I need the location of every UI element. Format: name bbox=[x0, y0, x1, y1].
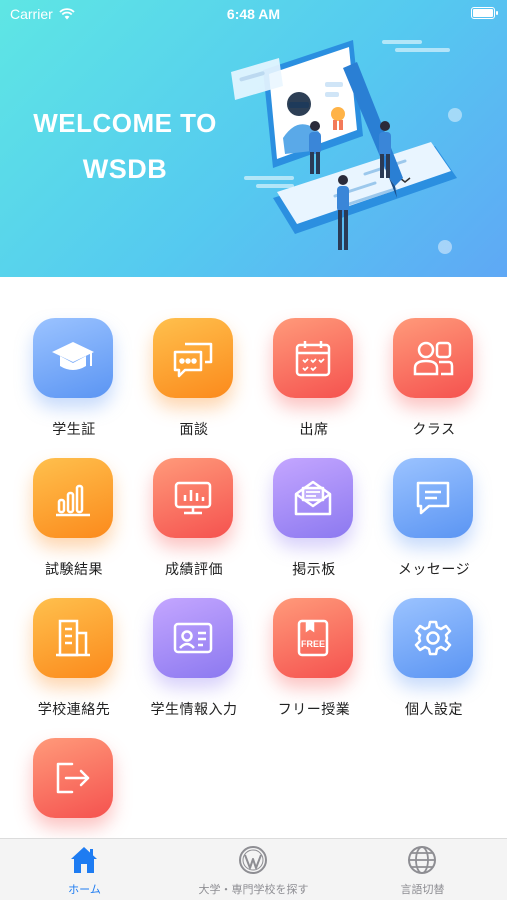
clock: 6:48 AM bbox=[226, 6, 281, 22]
hero-title-line2: WSDB bbox=[82, 154, 168, 184]
hero-banner: Carrier 6:48 AM WELCOME TO WSDB bbox=[0, 0, 507, 277]
message-icon bbox=[393, 458, 473, 538]
menu-label: 学校連絡先 bbox=[37, 701, 111, 717]
menu-label: 出席 bbox=[299, 421, 329, 437]
tab-find-schools[interactable]: 大学・専門学校を探す bbox=[169, 839, 338, 900]
menu-school-contacts[interactable]: 学校連絡先 bbox=[14, 598, 134, 728]
menu-label: 学生情報入力 bbox=[150, 701, 238, 717]
free-book-icon: FREE bbox=[273, 598, 353, 678]
gear-icon bbox=[393, 598, 473, 678]
bar-chart-icon bbox=[33, 458, 113, 538]
envelope-icon bbox=[273, 458, 353, 538]
chat-bubbles-icon bbox=[153, 318, 233, 398]
logout-icon bbox=[33, 738, 113, 818]
id-card-icon bbox=[153, 598, 233, 678]
globe-icon bbox=[408, 846, 436, 874]
menu-student-id[interactable]: 学生証 bbox=[14, 318, 134, 448]
hero-title: WELCOME TO WSDB bbox=[30, 100, 220, 192]
wordpress-icon bbox=[239, 846, 267, 874]
tab-label: 大学・専門学校を探す bbox=[198, 884, 309, 896]
battery-icon bbox=[471, 7, 498, 19]
building-icon bbox=[33, 598, 113, 678]
free-badge-text: FREE bbox=[301, 639, 325, 649]
menu-label: 試験結果 bbox=[45, 561, 103, 577]
menu-exam-results[interactable]: 試験結果 bbox=[14, 458, 134, 588]
menu-attendance[interactable]: 出席 bbox=[254, 318, 374, 448]
menu-student-info-entry[interactable]: 学生情報入力 bbox=[134, 598, 254, 728]
status-bar: Carrier 6:48 AM bbox=[0, 0, 507, 30]
tab-language-switch[interactable]: 言語切替 bbox=[338, 839, 507, 900]
menu-messages[interactable]: メッセージ bbox=[374, 458, 494, 588]
hero-illustration bbox=[231, 40, 457, 250]
tab-label: 言語切替 bbox=[400, 884, 445, 896]
menu-bulletin-board[interactable]: 掲示板 bbox=[254, 458, 374, 588]
menu-free-lessons[interactable]: FREE フリー授業 bbox=[254, 598, 374, 728]
menu-label: メッセージ bbox=[397, 561, 471, 577]
tab-label: ホーム bbox=[68, 884, 101, 896]
menu-grade-evaluation[interactable]: 成績評価 bbox=[134, 458, 254, 588]
home-icon bbox=[71, 847, 97, 873]
menu-label: 個人設定 bbox=[405, 701, 463, 717]
menu-label: クラス bbox=[412, 421, 456, 437]
people-icon bbox=[393, 318, 473, 398]
menu-label: 学生証 bbox=[52, 421, 96, 437]
menu-personal-settings[interactable]: 個人設定 bbox=[374, 598, 494, 728]
tab-bar: ホーム 大学・専門学校を探す 言語切替 bbox=[0, 838, 507, 900]
tab-home[interactable]: ホーム bbox=[0, 839, 169, 900]
menu-label: 成績評価 bbox=[165, 561, 223, 577]
menu-class[interactable]: クラス bbox=[374, 318, 494, 448]
menu-label: 面談 bbox=[179, 421, 209, 437]
menu-label: フリー授業 bbox=[277, 701, 351, 717]
menu-interview[interactable]: 面談 bbox=[134, 318, 254, 448]
menu-label: 掲示板 bbox=[292, 561, 336, 577]
hero-title-line1: WELCOME TO bbox=[33, 108, 217, 138]
monitor-chart-icon bbox=[153, 458, 233, 538]
calendar-check-icon bbox=[273, 318, 353, 398]
graduation-cap-icon bbox=[33, 318, 113, 398]
